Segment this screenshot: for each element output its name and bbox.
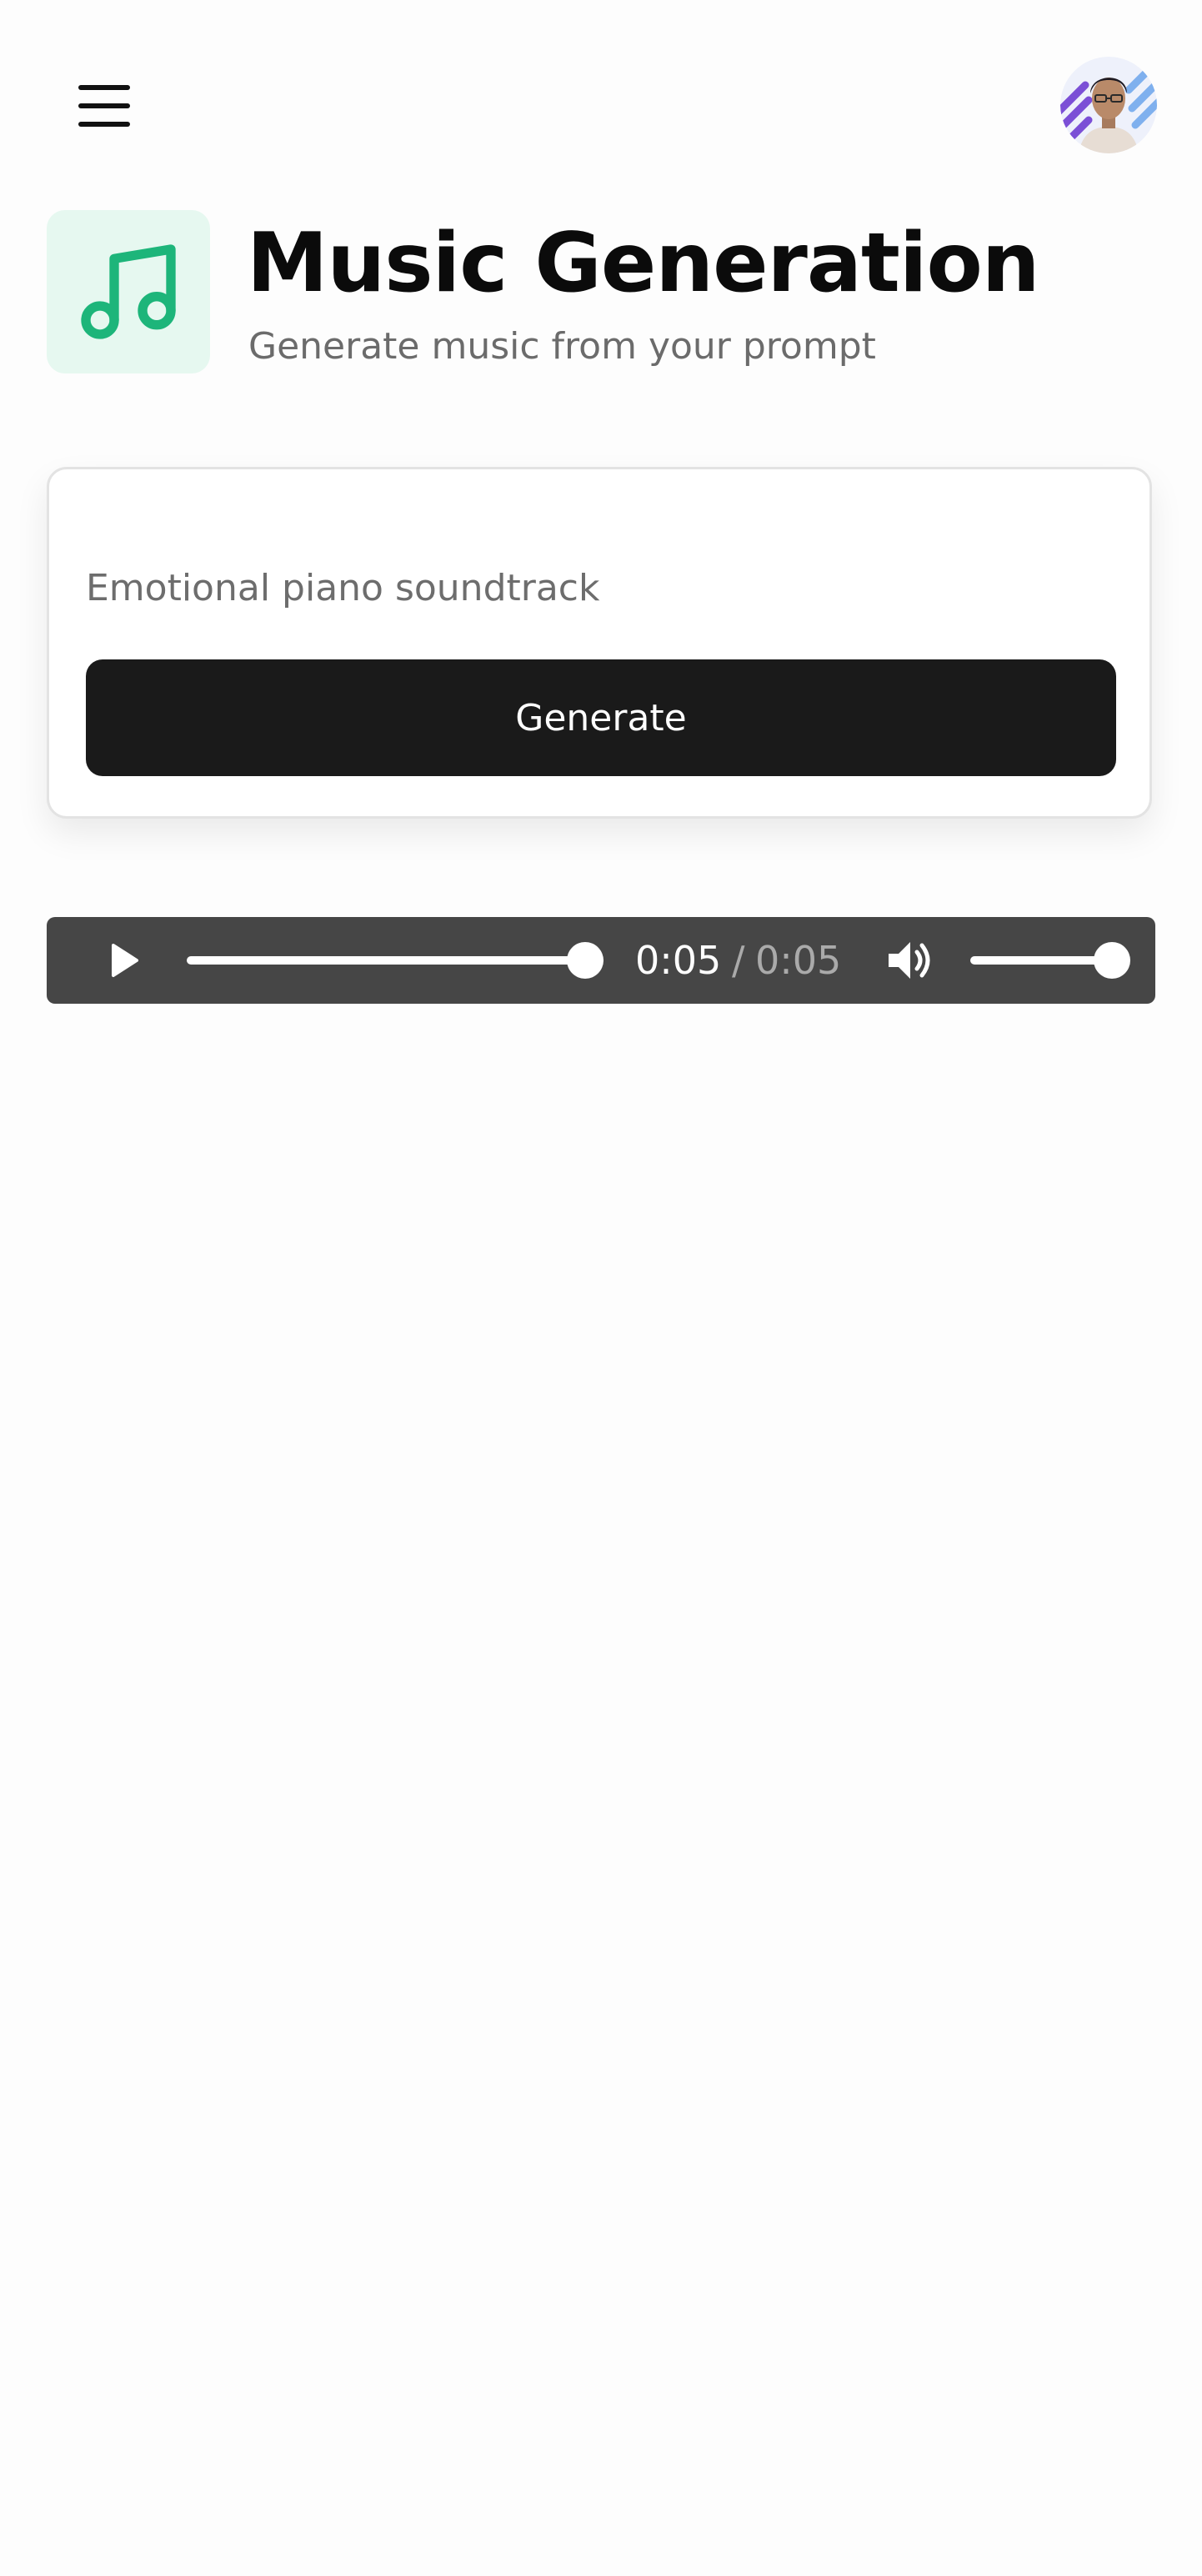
page-header: Music Generation Generate music from you… bbox=[47, 210, 1155, 377]
menu-line bbox=[78, 103, 130, 108]
page-title: Music Generation bbox=[247, 216, 1040, 311]
volume-icon[interactable] bbox=[884, 935, 937, 985]
volume-glyph bbox=[889, 942, 930, 979]
current-time: 0:05 bbox=[635, 938, 722, 983]
menu-line bbox=[78, 85, 130, 90]
music-note-icon bbox=[47, 210, 210, 373]
prompt-input[interactable] bbox=[86, 546, 1111, 629]
play-glyph bbox=[112, 944, 138, 977]
total-time: 0:05 bbox=[755, 938, 842, 983]
play-icon[interactable] bbox=[97, 934, 150, 987]
generate-button[interactable]: Generate bbox=[86, 659, 1116, 776]
prompt-card: Generate bbox=[47, 467, 1152, 819]
progress-thumb[interactable] bbox=[567, 942, 604, 979]
page-subtitle: Generate music from your prompt bbox=[248, 325, 876, 368]
menu-line bbox=[78, 122, 130, 127]
time-separator: / bbox=[732, 938, 745, 983]
avatar[interactable] bbox=[1060, 57, 1157, 153]
hamburger-menu-icon[interactable] bbox=[70, 78, 140, 133]
top-bar bbox=[0, 0, 1202, 192]
music-note-glyph bbox=[81, 244, 176, 339]
audio-player: 0:05 / 0:05 bbox=[47, 917, 1155, 1004]
volume-thumb[interactable] bbox=[1094, 942, 1130, 979]
progress-slider[interactable] bbox=[187, 956, 604, 965]
avatar-image bbox=[1060, 57, 1157, 153]
